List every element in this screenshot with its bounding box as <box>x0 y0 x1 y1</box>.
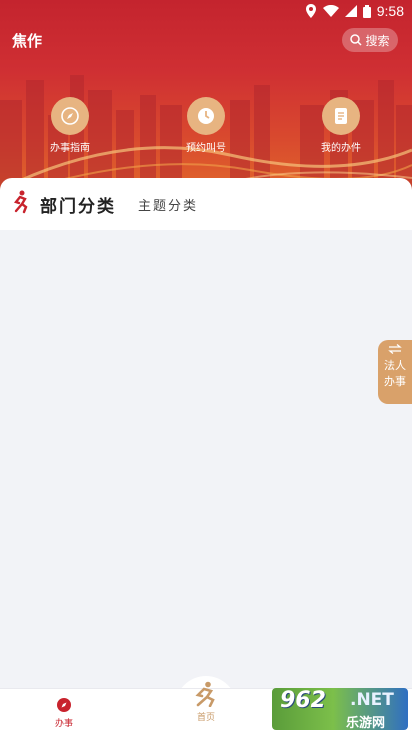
quick-action-appointment[interactable]: 预约叫号 <box>166 97 246 154</box>
signal-icon <box>344 5 357 17</box>
runner-logo-icon <box>13 190 28 214</box>
watermark-net: .NET <box>350 690 394 710</box>
status-bar: 9:58 <box>0 0 412 24</box>
nav-item-services[interactable]: 办事 <box>55 697 73 729</box>
search-button[interactable]: 搜索 <box>342 28 398 52</box>
site-watermark: 962 .NET 乐游网 <box>272 688 408 730</box>
status-time: 9:58 <box>376 3 404 19</box>
search-icon <box>350 34 363 46</box>
side-label-line1: 法人 <box>384 359 406 372</box>
compass-icon <box>51 97 89 135</box>
wifi-icon <box>322 5 339 17</box>
header-banner: 9:58 焦作 搜索 办事指南 预约叫号 我的办件 <box>0 0 412 200</box>
nav-label: 首页 <box>196 713 215 723</box>
watermark-number: 962 <box>280 688 326 713</box>
quick-action-my-cases[interactable]: 我的办件 <box>301 97 381 154</box>
category-tabs: 部门分类 主题分类 <box>0 178 412 230</box>
battery-icon <box>362 4 371 18</box>
nav-item-home[interactable]: 首页 <box>192 681 220 723</box>
swap-arrows-icon <box>378 344 412 357</box>
quick-action-label: 办事指南 <box>50 143 90 154</box>
quick-action-label: 预约叫号 <box>186 143 226 154</box>
tab-theme[interactable]: 主题分类 <box>138 195 198 214</box>
search-label: 搜索 <box>365 33 390 48</box>
clock-icon <box>187 97 225 135</box>
runner-logo-icon <box>195 681 215 708</box>
compass-icon <box>57 698 71 712</box>
city-title[interactable]: 焦作 <box>12 30 42 51</box>
nav-label: 办事 <box>55 719 74 729</box>
quick-action-label: 我的办件 <box>321 143 361 154</box>
legal-person-service-button[interactable]: 法人 办事 <box>378 340 412 404</box>
side-label-line2: 办事 <box>384 375 406 388</box>
document-icon <box>322 97 360 135</box>
watermark-site: 乐游网 <box>346 716 386 730</box>
tab-department[interactable]: 部门分类 <box>40 192 116 217</box>
location-icon <box>305 4 316 18</box>
quick-action-guide[interactable]: 办事指南 <box>30 97 110 154</box>
